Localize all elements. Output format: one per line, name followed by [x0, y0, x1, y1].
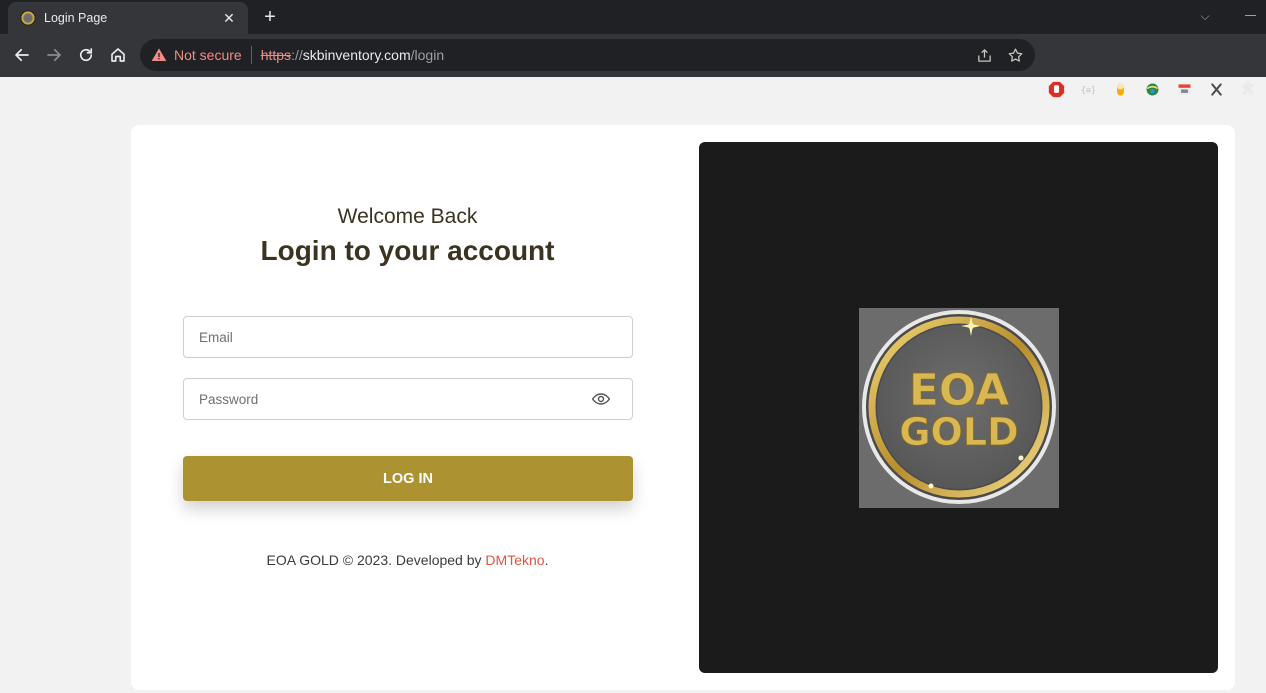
arrow-right-icon: [47, 48, 61, 62]
welcome-text: Welcome Back: [337, 205, 478, 228]
extension-window-icon[interactable]: [1174, 79, 1194, 99]
tab-title: Login Page: [44, 11, 108, 25]
tab-close-icon[interactable]: ✕: [220, 9, 238, 27]
password-field[interactable]: [183, 378, 633, 420]
window-minimize-button[interactable]: [1240, 6, 1262, 26]
footer-text: EOA GOLD © 2023. Developed by: [266, 552, 486, 568]
page-title: Login to your account: [260, 235, 555, 266]
favicon-icon: [20, 10, 36, 26]
arrow-left-icon: [15, 48, 29, 62]
logo-line-eoa: EOA: [909, 365, 1009, 416]
reload-icon: [79, 48, 93, 62]
new-tab-button[interactable]: +: [258, 5, 282, 29]
developer-link[interactable]: DMTekno: [485, 552, 544, 568]
footer-copyright: EOA GOLD © 2023. Developed by DMTekno.: [131, 552, 684, 568]
svg-text:{≡}: {≡}: [1080, 85, 1095, 95]
browser-tabstrip: Login Page ✕ + ⌵: [0, 0, 1266, 34]
url-scheme: https: [260, 47, 292, 63]
tab-search-icon[interactable]: ⌵: [1196, 7, 1214, 25]
share-icon[interactable]: [975, 46, 993, 64]
extension-adblock-icon[interactable]: [1046, 79, 1066, 99]
url-separator: ://: [291, 47, 303, 63]
security-status[interactable]: Not secure: [174, 47, 242, 63]
login-button[interactable]: LOG IN: [183, 456, 633, 501]
logo-line-gold: GOLD: [899, 410, 1018, 454]
email-field[interactable]: [183, 316, 633, 358]
reload-button[interactable]: [73, 42, 99, 68]
extension-capsule-icon[interactable]: [1110, 79, 1130, 99]
brand-panel: EOA GOLD: [699, 142, 1218, 673]
footer-period: .: [544, 552, 549, 568]
extensions-puzzle-icon[interactable]: [1238, 79, 1258, 99]
extension-disabled-icon[interactable]: [1206, 79, 1226, 99]
forward-button[interactable]: [41, 42, 67, 68]
home-icon: [111, 48, 125, 62]
url-text[interactable]: https://skbinventory.com/login: [261, 47, 444, 63]
url-path: /login: [410, 47, 445, 63]
bookmark-star-icon[interactable]: [1006, 46, 1024, 64]
brand-logo: EOA GOLD: [859, 308, 1059, 508]
gold-coin-logo-icon: EOA GOLD: [862, 310, 1056, 504]
back-button[interactable]: [9, 42, 35, 68]
home-button[interactable]: [105, 42, 131, 68]
warning-icon[interactable]: [151, 47, 167, 63]
address-bar[interactable]: Not secure https://skbinventory.com/logi…: [140, 39, 1035, 71]
extension-globe-icon[interactable]: [1142, 79, 1162, 99]
browser-toolbar: Not secure https://skbinventory.com/logi…: [0, 34, 1266, 97]
browser-tab-active[interactable]: Login Page ✕: [8, 2, 248, 34]
extension-json-icon[interactable]: {≡}: [1078, 79, 1098, 99]
url-host: skbinventory.com: [302, 47, 411, 63]
address-divider: [250, 46, 252, 64]
show-password-eye-icon[interactable]: [590, 389, 612, 409]
